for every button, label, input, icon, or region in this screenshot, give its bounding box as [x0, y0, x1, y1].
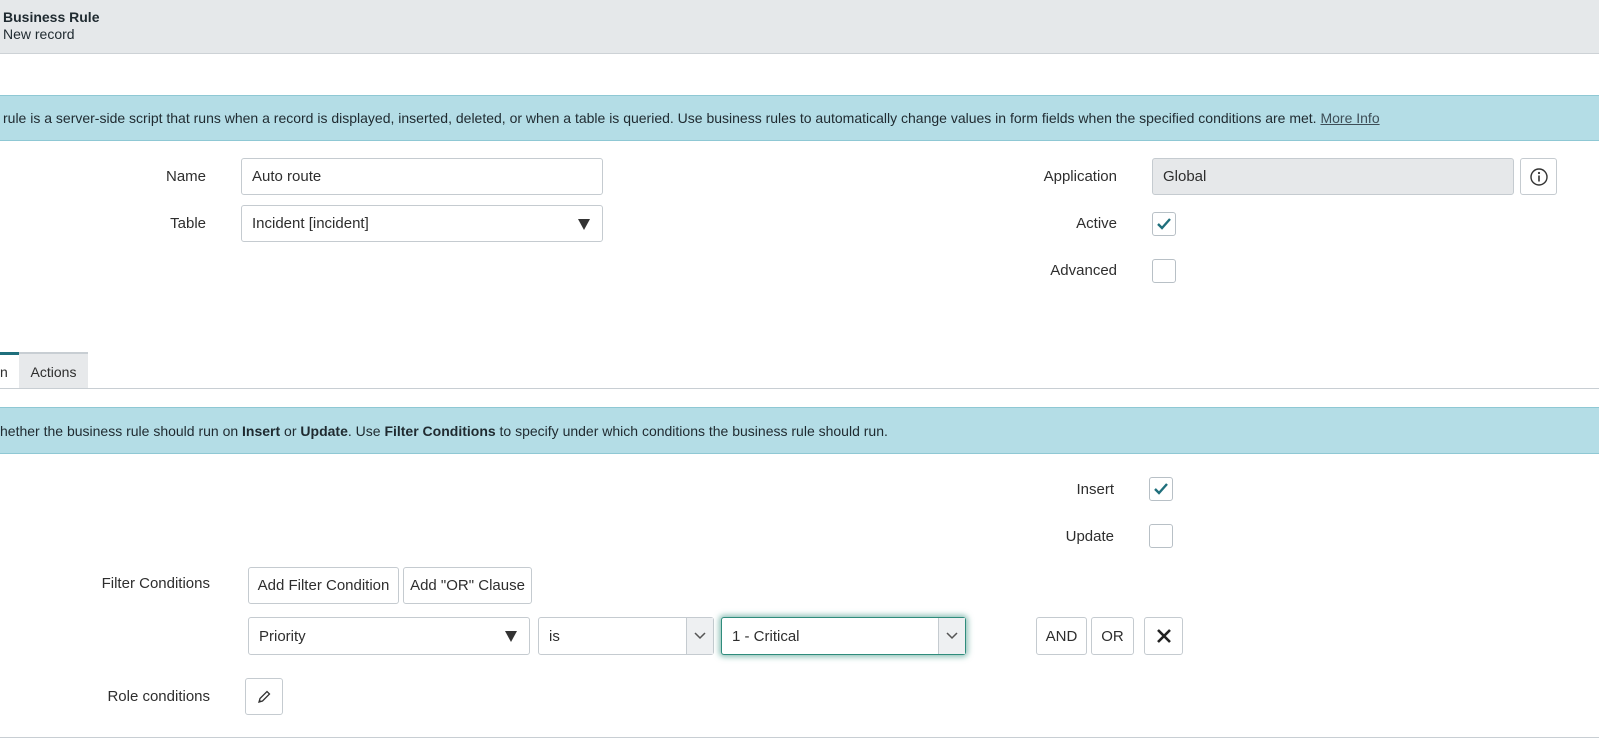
banner-bold-insert: Insert	[242, 423, 281, 439]
table-select[interactable]: Incident [incident]	[241, 205, 603, 242]
update-checkbox[interactable]	[1149, 524, 1173, 548]
advanced-label: Advanced	[1050, 262, 1117, 279]
close-icon	[1156, 629, 1171, 643]
condition-field-select[interactable]: Priority	[248, 617, 530, 655]
table-select-value: Incident [incident]	[252, 215, 369, 232]
tab-when-to-run-label: n	[0, 364, 8, 380]
banner-text-4: to specify under which conditions the bu…	[495, 423, 888, 439]
and-button[interactable]: AND	[1036, 617, 1087, 655]
dropdown-arrow-icon	[505, 631, 517, 642]
section-divider	[0, 737, 1599, 738]
application-value: Global	[1163, 168, 1207, 185]
update-label: Update	[1065, 528, 1114, 545]
filter-conditions-label: Filter Conditions	[101, 575, 210, 592]
form-title: Business Rule	[3, 9, 100, 25]
active-checkbox[interactable]	[1152, 212, 1176, 236]
check-icon	[1154, 483, 1168, 495]
add-filter-condition-button[interactable]: Add Filter Condition	[248, 567, 399, 604]
table-label: Table	[170, 215, 206, 232]
insert-checkbox[interactable]	[1149, 477, 1173, 501]
tab-actions-label: Actions	[30, 363, 77, 380]
application-field: Global	[1152, 158, 1514, 195]
or-button[interactable]: OR	[1091, 617, 1134, 655]
condition-value-select[interactable]: 1 - Critical	[721, 617, 966, 655]
form-header	[0, 0, 1599, 54]
banner-bold-update: Update	[300, 423, 348, 439]
chevron-down-icon	[686, 618, 713, 654]
application-info-button[interactable]	[1520, 158, 1557, 195]
tab-actions[interactable]: Actions	[19, 352, 88, 389]
banner-text-1: hether the business rule should run on	[0, 423, 243, 439]
pencil-icon	[258, 690, 271, 703]
check-icon	[1157, 218, 1171, 230]
application-label: Application	[1043, 168, 1117, 185]
edit-role-conditions-button[interactable]	[245, 678, 283, 715]
dropdown-arrow-icon	[578, 218, 590, 230]
tab-when-to-run[interactable]: n	[0, 352, 19, 389]
chevron-down-icon	[938, 618, 965, 654]
remove-condition-button[interactable]	[1144, 617, 1183, 655]
banner-text-2: or	[280, 423, 301, 439]
active-label: Active	[1076, 215, 1117, 232]
condition-value: 1 - Critical	[732, 627, 800, 645]
name-input[interactable]: Auto route	[241, 158, 603, 195]
info-icon	[1529, 167, 1548, 186]
name-label: Name	[165, 168, 206, 185]
condition-operator-select[interactable]: is	[538, 617, 714, 655]
info-banner-text: rule is a server-side script that runs w…	[3, 110, 1317, 126]
add-or-clause-button[interactable]: Add "OR" Clause	[403, 567, 532, 604]
name-input-value: Auto route	[252, 168, 322, 185]
condition-operator-value: is	[549, 627, 560, 645]
banner-text-3: . Use	[347, 423, 385, 439]
form-subtitle: New record	[3, 26, 75, 42]
banner-bold-filter: Filter Conditions	[384, 423, 496, 439]
info-banner: rule is a server-side script that runs w…	[0, 95, 1599, 141]
tabs-divider	[0, 388, 1599, 389]
insert-label: Insert	[1076, 481, 1114, 498]
when-to-run-banner: hether the business rule should run on I…	[0, 407, 1599, 454]
role-conditions-label: Role conditions	[107, 688, 210, 705]
more-info-link[interactable]: More Info	[1320, 110, 1379, 126]
condition-field-value: Priority	[259, 627, 306, 645]
advanced-checkbox[interactable]	[1152, 259, 1176, 283]
